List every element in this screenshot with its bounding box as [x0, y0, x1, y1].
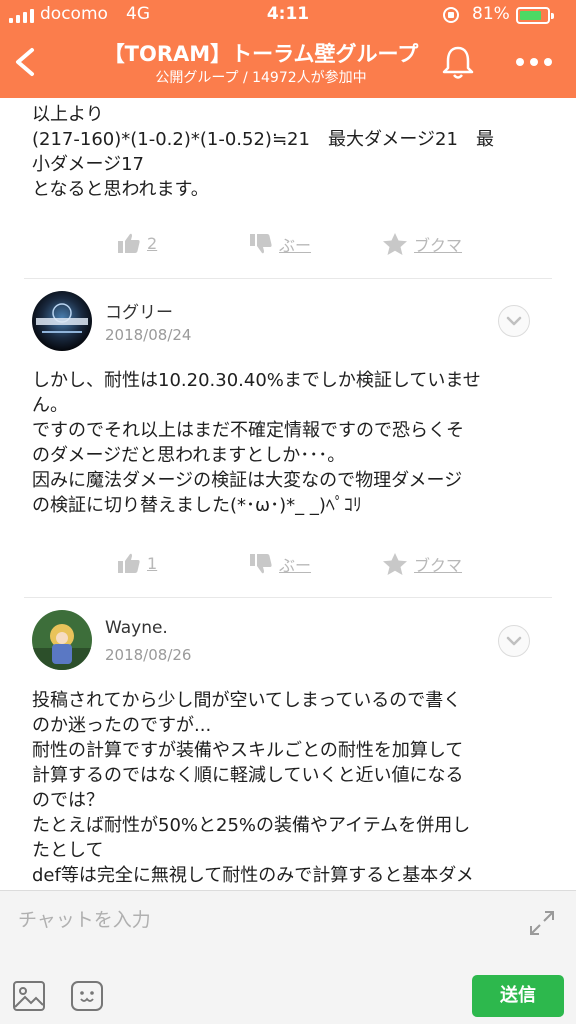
post-actions: 1 ぶー ブクマ: [0, 552, 576, 582]
bookmark-label: ブクマ: [414, 236, 463, 255]
avatar[interactable]: [32, 610, 92, 670]
author-name: コグリー: [105, 303, 173, 323]
post-line: のでは？: [32, 790, 104, 811]
group-subtitle: 公開グループ / 14972人が参加中: [155, 70, 367, 86]
like-count: 2: [147, 233, 158, 253]
like-count: 1: [147, 553, 158, 573]
post-line: 投稿されてから少し間が空いてしまっているので書く: [32, 690, 462, 711]
thumbs-up-icon: [118, 233, 140, 253]
boo-button[interactable]: ぶー: [249, 232, 311, 256]
avatar-image: [32, 610, 92, 670]
boo-button[interactable]: ぶー: [249, 552, 311, 576]
more-icon: [516, 58, 552, 66]
avatar-image: [32, 291, 92, 351]
divider: [24, 278, 552, 279]
like-button[interactable]: 2: [117, 232, 157, 254]
chat-input[interactable]: [18, 905, 498, 935]
post-body: 投稿されてから少し間が空いてしまっているので書く のか迷ったのですが... 耐性…: [32, 688, 547, 888]
post-line: のか迷ったのですが...: [32, 715, 212, 736]
bookmark-button[interactable]: ブクマ: [382, 552, 462, 576]
battery-percent: 81%: [472, 4, 510, 24]
post-date: 2018/08/24: [105, 326, 192, 344]
status-bar: docomo 4G 4:11 81%: [0, 0, 576, 30]
expand-icon: [530, 911, 554, 935]
post-line: 小ダメージ17: [32, 154, 145, 175]
author-name: Wayne.: [105, 618, 168, 638]
thumbs-down-icon: [250, 234, 272, 254]
back-button[interactable]: [6, 42, 46, 82]
post-line: 因みに魔法ダメージの検証は大変なので物理ダメージ: [32, 470, 463, 491]
bookmark-button[interactable]: ブクマ: [382, 232, 462, 256]
battery-icon: [516, 7, 554, 24]
post-date: 2018/08/26: [105, 646, 192, 664]
post-line: しかし、耐性は10.20.30.40%までしか検証していませ: [32, 370, 481, 391]
chevron-down-icon: [506, 636, 522, 646]
chat-composer: 送信: [0, 890, 576, 1024]
post-line: の検証に切り替えました(*･ω･)*_ _)ﾍﾟｺﾘ: [32, 495, 362, 516]
post-line: ん。: [32, 395, 68, 416]
emoji-icon: [71, 981, 103, 1011]
expand-button[interactable]: [528, 909, 556, 937]
post-actions: 2 ぶー ブクマ: [0, 232, 576, 262]
thumbs-down-icon: [250, 554, 272, 574]
post-line: (217-160)*(1-0.2)*(1-0.52)≒21 最大ダメージ21 最: [32, 129, 494, 150]
star-icon: [383, 233, 407, 255]
post-line: def等は完全に無視して耐性のみで計算すると基本ダメ: [32, 865, 474, 886]
like-button[interactable]: 1: [117, 552, 157, 574]
post-body: しかし、耐性は10.20.30.40%までしか検証していませ ん。 ですのでそれ…: [32, 368, 547, 518]
send-button[interactable]: 送信: [472, 975, 564, 1017]
image-icon: [13, 981, 45, 1011]
header: docomo 4G 4:11 81% 【TORAM】トーラム壁グループ 公開グル…: [0, 0, 576, 98]
post-line: 計算するのではなく順に軽減していくと近い値になる: [32, 765, 464, 786]
message-list[interactable]: 以上より (217-160)*(1-0.2)*(1-0.52)≒21 最大ダメー…: [0, 98, 576, 890]
post-body: 以上より (217-160)*(1-0.2)*(1-0.52)≒21 最大ダメー…: [32, 102, 547, 202]
post-line: 耐性の計算ですが装備やスキルごとの耐性を加算して: [32, 740, 464, 761]
back-icon: [16, 48, 34, 76]
notification-button[interactable]: [438, 42, 478, 82]
post-line: たとして: [32, 840, 104, 861]
more-button[interactable]: [512, 44, 556, 80]
star-icon: [383, 553, 407, 575]
orientation-lock-icon: [443, 7, 459, 23]
divider: [24, 597, 552, 598]
post-line: となると思われます。: [32, 179, 209, 200]
group-title: 【TORAM】トーラム壁グループ: [103, 42, 419, 66]
thumbs-up-icon: [118, 553, 140, 573]
boo-label: ぶー: [279, 236, 312, 255]
nav-bar: 【TORAM】トーラム壁グループ 公開グループ / 14972人が参加中: [0, 30, 576, 98]
post-line: たとえば耐性が50%と25%の装備やアイテムを併用し: [32, 815, 471, 836]
post-menu-button[interactable]: [498, 305, 530, 337]
post-line: のダメージだと思われますとしか･･･。: [32, 445, 346, 466]
boo-label: ぶー: [279, 556, 312, 575]
avatar[interactable]: [32, 291, 92, 351]
bookmark-label: ブクマ: [414, 556, 463, 575]
post-line: ですのでそれ以上はまだ不確定情報ですので恐らくそ: [32, 420, 464, 441]
photo-button[interactable]: [12, 979, 46, 1013]
chevron-down-icon: [506, 316, 522, 326]
post-menu-button[interactable]: [498, 625, 530, 657]
bell-icon: [442, 46, 474, 79]
sticker-button[interactable]: [70, 979, 104, 1013]
battery-fill: [520, 11, 541, 20]
post-line: 以上より: [32, 104, 104, 125]
